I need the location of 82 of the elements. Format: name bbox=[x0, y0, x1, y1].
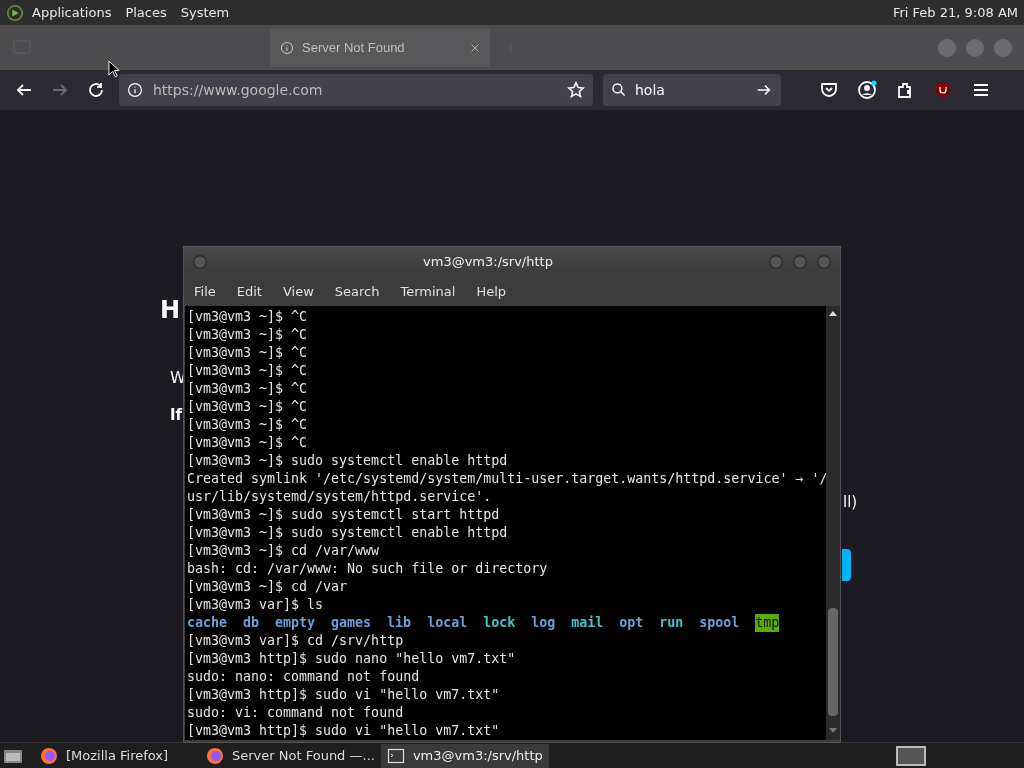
menu-item[interactable]: View bbox=[282, 283, 314, 299]
terminal-line: usr/lib/systemd/system/httpd.service'. bbox=[187, 488, 493, 506]
reload-icon bbox=[86, 80, 106, 100]
terminal-icon bbox=[386, 746, 405, 765]
terminal-line: [vm3@vm3 ~]$ sudo systemctl enable httpd bbox=[187, 452, 509, 470]
taskbar-item[interactable]: [Mozilla Firefox] bbox=[34, 743, 200, 768]
terminal-line: [vm3@vm3 http]$ sudo nano "hello vm7.txt" bbox=[187, 650, 517, 668]
reload-button[interactable] bbox=[86, 80, 106, 100]
directory-name: opt bbox=[619, 614, 644, 632]
clock[interactable]: Fri Feb 21, 9:08 AM bbox=[893, 5, 1018, 20]
menu-item[interactable]: Help bbox=[476, 283, 507, 299]
terminal-line: [vm3@vm3 ~]$ ^C bbox=[187, 380, 309, 398]
paragraph-text: ll) bbox=[843, 493, 858, 511]
search-text: hola bbox=[635, 82, 666, 98]
terminal-line: [vm3@vm3 ~]$ ^C bbox=[187, 326, 309, 344]
terminal-line: [vm3@vm3 ~]$ sudo systemctl enable httpd bbox=[187, 524, 509, 542]
terminal-line: sudo: vi: command not found bbox=[187, 704, 405, 722]
panel-menu[interactable]: System bbox=[180, 5, 230, 20]
directory-name: local bbox=[427, 614, 468, 632]
window-menu-icon[interactable] bbox=[192, 253, 208, 270]
terminal-line: [vm3@vm3 ~]$ cd /var/www bbox=[187, 542, 381, 560]
minimize-button-icon[interactable] bbox=[768, 253, 784, 270]
menu-item[interactable]: File bbox=[194, 283, 216, 299]
address-bar[interactable]: https://www.google.com bbox=[119, 74, 593, 106]
directory-name: lib bbox=[387, 614, 412, 632]
maximize-button-icon[interactable] bbox=[792, 253, 808, 270]
terminal-line: sudo: nano: command not found bbox=[187, 668, 421, 686]
search-icon bbox=[611, 82, 627, 98]
terminal-line: [vm3@vm3 ~]$ ^C bbox=[187, 434, 309, 452]
terminal-line: [vm3@vm3 ~]$ ^C bbox=[187, 308, 309, 326]
pocket-icon[interactable] bbox=[819, 80, 839, 100]
directory-name: mail bbox=[571, 614, 604, 632]
panel-menu[interactable]: Places bbox=[125, 5, 167, 20]
terminal-line: [vm3@vm3 ~]$ cd /var bbox=[187, 578, 349, 596]
info-icon bbox=[280, 40, 294, 55]
close-icon[interactable] bbox=[470, 42, 480, 53]
terminal-line: [vm3@vm3 http]$ sudo vi "hello vm7.txt" bbox=[187, 686, 501, 704]
directory-name: log bbox=[531, 614, 556, 632]
browser-app-icon bbox=[40, 746, 58, 765]
directory-name: cache bbox=[187, 614, 228, 632]
mouse-cursor-icon bbox=[108, 60, 120, 78]
directory-name: run bbox=[659, 614, 684, 632]
menu-item[interactable]: Search bbox=[334, 283, 380, 299]
terminal-line: [vm3@vm3 ~]$ ^C bbox=[187, 344, 309, 362]
shield-icon[interactable] bbox=[933, 80, 953, 100]
workspace-switcher[interactable] bbox=[896, 745, 926, 766]
panel-menu[interactable]: Applications bbox=[32, 5, 112, 20]
window-control[interactable] bbox=[994, 38, 1012, 57]
terminal-line: [vm3@vm3 http]$ sudo vi "hello vm7.txt" bbox=[187, 722, 501, 740]
window-title: vm3@vm3:/srv/http bbox=[422, 254, 554, 270]
info-icon bbox=[127, 82, 143, 98]
menu-item[interactable]: Terminal bbox=[400, 283, 456, 299]
account-icon[interactable] bbox=[857, 80, 877, 100]
directory-name: tmp bbox=[755, 614, 780, 632]
distro-logo-icon[interactable] bbox=[6, 3, 24, 22]
directory-name: spool bbox=[699, 614, 740, 632]
terminal-line: [vm3@vm3 ~]$ sudo systemctl start httpd bbox=[187, 506, 501, 524]
terminal-line: [vm3@vm3 ~]$ ^C bbox=[187, 416, 309, 434]
url-text: https://www.google.com bbox=[153, 82, 324, 98]
menu-item[interactable]: Edit bbox=[236, 283, 262, 299]
terminal-line: bash: cd: /var/www: No such file or directory bbox=[187, 560, 549, 578]
browser-tab[interactable]: Server Not Found bbox=[270, 28, 490, 67]
window-control[interactable] bbox=[966, 38, 984, 57]
directory-name: lock bbox=[483, 614, 516, 632]
terminal-line: [vm3@vm3 ~]$ ^C bbox=[187, 362, 309, 380]
directory-name: games bbox=[331, 614, 372, 632]
close-icon[interactable] bbox=[816, 253, 832, 270]
paragraph-text: If bbox=[170, 406, 183, 424]
taskbar-item[interactable]: vm3@vm3:/srv/http bbox=[380, 743, 549, 768]
terminal-line: [vm3@vm3 ~]$ ^C bbox=[187, 398, 309, 416]
terminal-line: [vm3@vm3 var]$ cd /srv/http bbox=[187, 632, 405, 650]
window-control[interactable] bbox=[938, 38, 956, 57]
heading-text: H bbox=[160, 296, 181, 324]
search-field[interactable]: hola bbox=[603, 74, 781, 106]
directory-name: empty bbox=[275, 614, 316, 632]
page-button[interactable] bbox=[842, 549, 851, 581]
terminal-line: [vm3@vm3 var]$ ls bbox=[187, 596, 325, 614]
bookmark-star-icon[interactable] bbox=[567, 81, 585, 99]
directory-name: db bbox=[243, 614, 260, 632]
browser-app-icon bbox=[206, 746, 224, 765]
taskbar-item[interactable]: Server Not Found —... bbox=[200, 743, 381, 768]
terminal-line: Created symlink '/etc/systemd/system/multi-user.target.wants/httpd.service' → '/ bbox=[187, 470, 826, 488]
